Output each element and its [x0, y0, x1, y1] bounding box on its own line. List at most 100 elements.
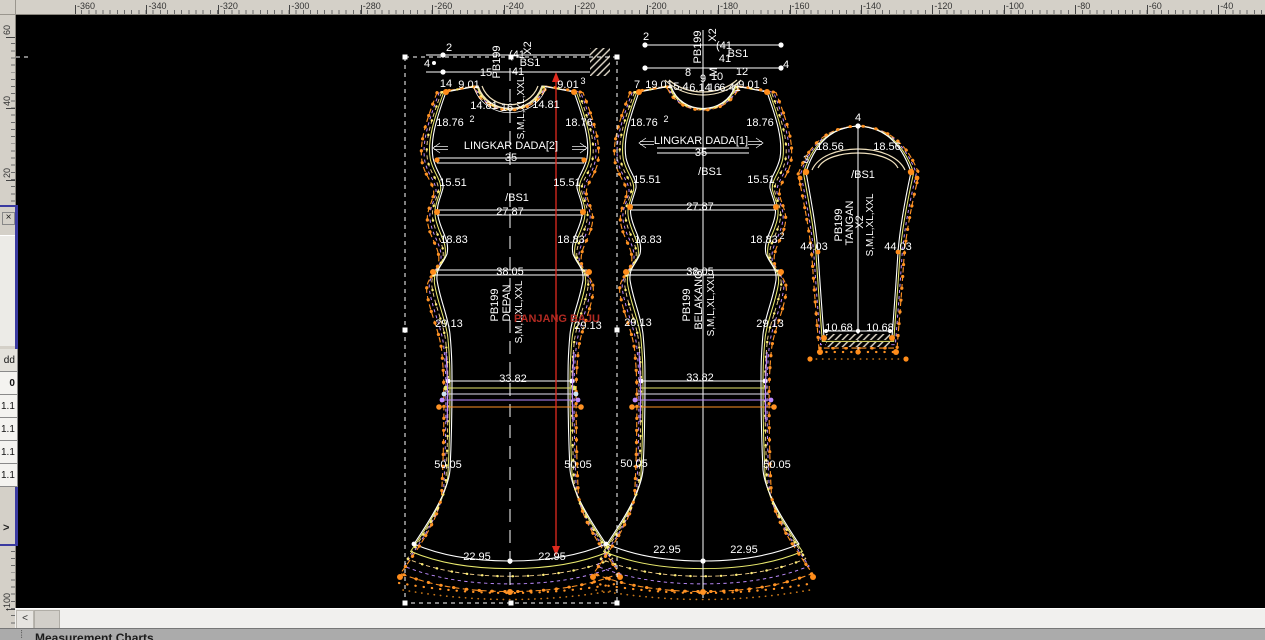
ruler-label: 60	[2, 18, 12, 42]
ruler-label: 20	[2, 161, 12, 185]
ruler-major-tick	[932, 5, 933, 14]
pattern-label: 35	[695, 147, 707, 159]
ruler-label: -340	[148, 1, 166, 11]
pattern-label: 3	[803, 154, 809, 166]
ruler-major-tick	[718, 5, 719, 14]
panel-expand-arrow[interactable]: >	[3, 522, 9, 534]
pattern-label: 12	[736, 66, 748, 78]
ruler-major-tick	[75, 5, 76, 14]
ruler-label: -220	[577, 1, 595, 11]
grading-table-cell[interactable]: 1.1	[0, 395, 17, 418]
pattern-label: 22.95	[730, 544, 758, 556]
pattern-label: 29.13	[756, 318, 784, 330]
pattern-label: 22.95	[653, 544, 681, 556]
ruler-major-tick	[289, 5, 290, 14]
grading-table-cell[interactable]: 1.1	[0, 464, 17, 487]
pattern-label: 18.76	[436, 117, 464, 129]
scroll-left-button[interactable]: <	[16, 610, 34, 629]
panel-body	[0, 235, 15, 346]
pattern-label: 27.87	[686, 201, 714, 213]
pattern-label: PB199	[681, 288, 693, 321]
pattern-label: 2	[446, 42, 452, 54]
pattern-label: 9.01	[738, 79, 759, 91]
pattern-label: 15.51	[747, 174, 775, 186]
grip-icon: ⁞	[20, 629, 22, 640]
pattern-label: S,M,L,XL,XXL	[516, 76, 527, 139]
ruler-major-tick	[861, 5, 862, 14]
pattern-label: DEPAN	[501, 284, 513, 321]
pattern-label: 27.87	[496, 206, 524, 218]
pattern-label: 44.03	[884, 241, 912, 253]
ruler-label: -80	[1077, 1, 1090, 11]
ruler-top: -360-340-320-300-280-260-240-220-200-180…	[15, 0, 1265, 15]
scrollbar-thumb[interactable]	[34, 610, 60, 629]
ruler-label: -160	[792, 1, 810, 11]
pattern-label: 15.51	[633, 174, 661, 186]
pattern-label: 50.05	[620, 458, 648, 470]
ruler-label: -260	[434, 1, 452, 11]
grading-table-cell[interactable]: 1.1	[0, 441, 17, 464]
drafting-area[interactable]	[15, 14, 1265, 608]
pattern-label: 18.56	[816, 141, 844, 153]
pattern-label: /BS1	[698, 166, 722, 178]
pattern-label: LINGKAR DADA[1]	[654, 135, 748, 147]
pattern-label: 50.05	[763, 459, 791, 471]
ruler-major-tick	[647, 5, 648, 14]
pattern-label: 9.01	[557, 79, 578, 91]
pattern-label: S,M,L,XL,XXL	[706, 273, 717, 336]
pattern-label: 33.82	[686, 372, 714, 384]
ruler-major-tick	[432, 5, 433, 14]
grading-table-cell[interactable]: 0	[0, 372, 17, 395]
pattern-label: 15.51	[553, 177, 581, 189]
pattern-label: 8	[685, 67, 691, 79]
pattern-label: 44.03	[800, 241, 828, 253]
ruler-major-tick	[504, 5, 505, 14]
ruler-major-tick	[218, 5, 219, 14]
pattern-label: LINGKAR DADA[2]	[464, 140, 558, 152]
grading-panel[interactable]: × dd 01.11.11.11.1 >	[0, 205, 18, 546]
horizontal-scrollbar[interactable]: <	[15, 608, 1265, 629]
pattern-canvas[interactable]: 24PB199X2(41BS14115S,M,L,XL,XXL149.019.0…	[15, 14, 1265, 608]
pattern-label: 38.05	[496, 266, 524, 278]
pattern-label: 50.05	[434, 459, 462, 471]
ruler-label: -180	[720, 1, 738, 11]
pattern-label: 15	[480, 67, 492, 79]
grading-table-cell[interactable]: 1.1	[0, 418, 17, 441]
ruler-label: -40	[1220, 1, 1233, 11]
ruler-label: -280	[363, 1, 381, 11]
grade-hatch	[590, 48, 610, 76]
pattern-label: S,M,L,XL,XXL	[514, 280, 525, 343]
grading-table: dd 01.11.11.11.1	[0, 349, 18, 487]
pattern-label: 41	[719, 53, 731, 65]
ruler-label: -140	[863, 1, 881, 11]
panel-close-button[interactable]: ×	[2, 212, 15, 225]
ruler-major-tick	[1218, 5, 1219, 14]
pattern-label: 3	[762, 76, 767, 86]
pattern-label: 41	[512, 66, 524, 78]
ruler-label: -100	[1006, 1, 1024, 11]
ruler-major-tick	[1075, 5, 1076, 14]
pattern-label: 18.83	[634, 234, 662, 246]
grading-table-header: dd	[0, 349, 17, 372]
pattern-label: PB199	[491, 45, 503, 78]
pattern-label: 29.13	[435, 318, 463, 330]
pattern-label: 29.13	[574, 320, 602, 332]
pattern-label: 2	[779, 231, 784, 241]
pattern-label: BELAKANG	[693, 270, 705, 329]
pattern-label: 19.01	[645, 79, 673, 91]
pattern-label: 16	[501, 102, 513, 114]
pattern-label: 2	[663, 114, 668, 124]
ruler-label: -360	[77, 1, 95, 11]
pattern-label: 10.68	[866, 322, 894, 334]
pattern-label: S,M,L,XL,XXL	[865, 193, 876, 256]
ruler-major-tick	[146, 5, 147, 14]
pattern-label: 33.82	[499, 373, 527, 385]
pattern-label: 18.76	[746, 117, 774, 129]
pattern-label: 50.05	[564, 459, 592, 471]
pattern-label: 18.56	[873, 141, 901, 153]
ruler-major-tick	[1147, 5, 1148, 14]
ruler-corner	[0, 0, 16, 15]
ruler-major-tick	[790, 5, 791, 14]
pattern-label: 4	[783, 59, 789, 71]
pattern-label: 3	[580, 76, 585, 86]
